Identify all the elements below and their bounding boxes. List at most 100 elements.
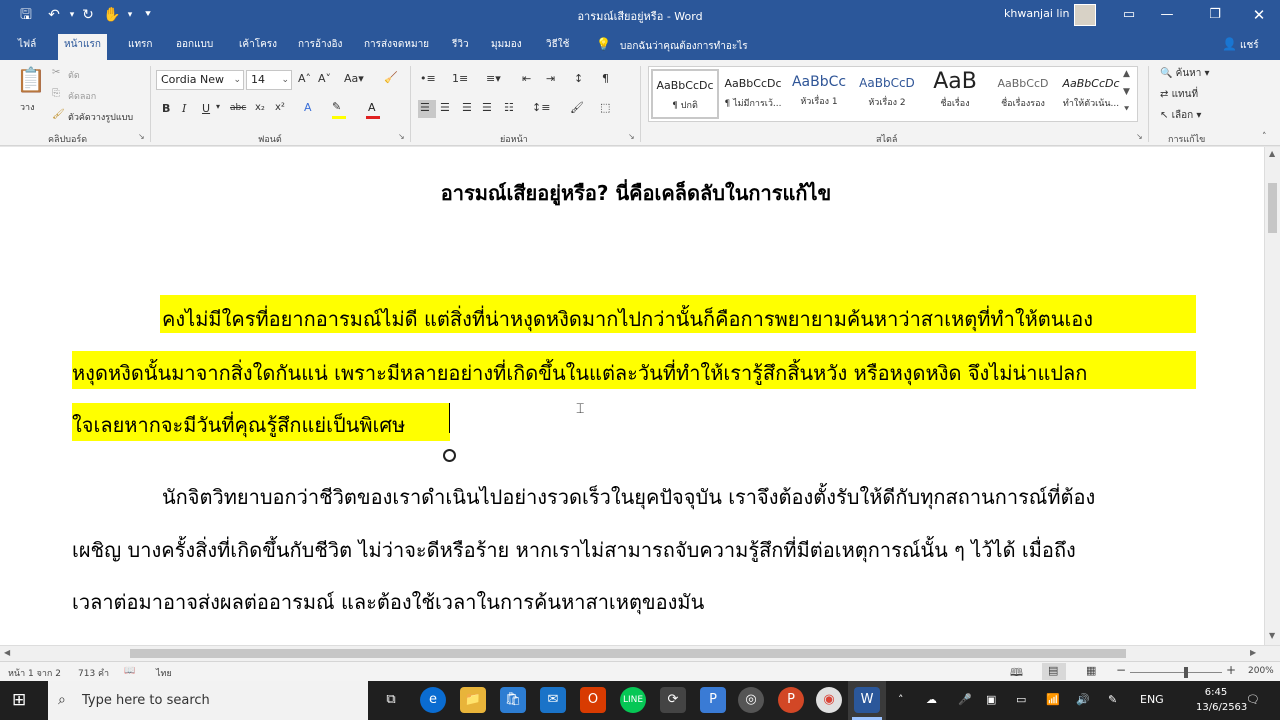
tab-layout[interactable]: เค้าโครง	[233, 36, 283, 60]
horizontal-scrollbar[interactable]: ◀ ▶	[0, 645, 1280, 661]
close-icon[interactable]: ✕	[1236, 0, 1280, 30]
web-layout-icon[interactable]: ▦	[1086, 664, 1096, 677]
underline-icon[interactable]: U	[202, 102, 210, 115]
zoom-level[interactable]: 200%	[1248, 666, 1274, 676]
italic-icon[interactable]: I	[182, 102, 186, 115]
clear-formatting-icon[interactable]: 🧹	[384, 71, 398, 84]
document-page[interactable]: อารมณ์เสียอยู่หรือ? นี่คือเคล็ดลับในการแ…	[0, 147, 1264, 645]
copy-icon[interactable]: ⎘	[52, 88, 60, 99]
language-indicator[interactable]: ไทย	[156, 666, 172, 680]
pen-icon[interactable]: ✎	[1108, 693, 1117, 706]
mail-icon[interactable]: ✉	[540, 687, 566, 713]
battery-icon[interactable]: ▭	[1016, 693, 1026, 706]
font-name-combo[interactable]: Cordia New ⌄	[156, 70, 244, 90]
file-explorer-icon[interactable]: 📁	[460, 687, 486, 713]
text-effects-icon[interactable]: A	[304, 101, 312, 114]
paint-icon[interactable]: P	[700, 687, 726, 713]
bold-icon[interactable]: B	[162, 102, 170, 115]
font-size-combo[interactable]: 14 ⌄	[246, 70, 292, 90]
notifications-icon[interactable]: 🗨	[1246, 693, 1260, 706]
taskbar-search[interactable]: ⌕ Type here to search	[48, 681, 368, 720]
scroll-up-icon[interactable]: ▲	[1269, 149, 1275, 158]
horizontal-scroll-thumb[interactable]	[130, 649, 1126, 658]
replace-button[interactable]: ⇄ แทนที่	[1160, 87, 1198, 102]
vertical-scroll-thumb[interactable]	[1268, 183, 1277, 233]
borders-icon[interactable]: ⬚	[600, 101, 610, 114]
line-icon[interactable]: LINE	[620, 687, 646, 713]
tab-file[interactable]: ไฟล์	[12, 36, 42, 60]
paste-icon[interactable]: 📋	[16, 66, 46, 94]
font-launcher-icon[interactable]: ↘	[398, 132, 405, 141]
style-emphasis[interactable]: AaBbCcDc ทำให้ตัวเน้น...	[1057, 69, 1125, 119]
grow-font-icon[interactable]: A˄	[298, 72, 311, 85]
copy-label[interactable]: คัดลอก	[68, 89, 96, 103]
tray-overflow-icon[interactable]: ˄	[898, 693, 904, 706]
windows-start-icon[interactable]: ⊞	[12, 690, 26, 710]
avatar[interactable]	[1074, 4, 1096, 26]
collapse-ribbon-icon[interactable]: ˄	[1262, 132, 1267, 142]
scroll-down-icon[interactable]: ▼	[1269, 631, 1275, 640]
word-count[interactable]: 713 คำ	[78, 666, 109, 680]
strikethrough-icon[interactable]: abc	[230, 103, 246, 113]
user-name[interactable]: khwanjai lin	[1004, 7, 1069, 20]
style-normal[interactable]: AaBbCcDc ¶ ปกติ	[651, 69, 719, 119]
zoom-out-icon[interactable]: −	[1116, 663, 1126, 677]
multilevel-list-icon[interactable]: ≡▾	[486, 72, 501, 85]
tab-help[interactable]: วิธีใช้	[540, 36, 575, 60]
tell-me-search[interactable]: บอกฉันว่าคุณต้องการทำอะไร	[620, 39, 748, 54]
camera-icon[interactable]: ▣	[986, 693, 996, 706]
clipboard-launcher-icon[interactable]: ↘	[138, 132, 145, 141]
distributed-icon[interactable]: ☷	[504, 101, 514, 114]
superscript-icon[interactable]: x²	[275, 102, 285, 113]
style-heading-1[interactable]: AaBbCc หัวเรื่อง 1	[785, 69, 853, 119]
bullets-icon[interactable]: •≡	[420, 72, 436, 85]
paragraph-line[interactable]: เผชิญ บางครั้งสิ่งที่เกิดขึ้นกับชีวิต ไม…	[72, 534, 1076, 566]
paragraph-launcher-icon[interactable]: ↘	[628, 132, 635, 141]
chrome-icon[interactable]: ◉	[816, 687, 842, 713]
zoom-in-icon[interactable]: +	[1226, 663, 1236, 677]
tab-insert[interactable]: แทรก	[122, 36, 158, 60]
styles-scroll-down-icon[interactable]: ▼	[1123, 87, 1130, 97]
format-painter-icon[interactable]: 🖌	[52, 109, 65, 120]
paragraph-line[interactable]: คงไม่มีใครที่อยากอารมณ์ไม่ดี แต่สิ่งที่น…	[162, 303, 1093, 335]
sort-icon[interactable]: ↕	[574, 72, 583, 85]
paragraph-line[interactable]: เวลาต่อมาอาจส่งผลต่ออารมณ์ และต้องใช้เวล…	[72, 586, 704, 618]
decrease-indent-icon[interactable]: ⇤	[522, 72, 531, 85]
input-language[interactable]: ENG	[1140, 693, 1164, 706]
highlight-color-icon[interactable]: ✎	[332, 100, 341, 113]
style-no-spacing[interactable]: AaBbCcDc ¶ ไม่มีการเว้...	[719, 69, 787, 119]
line-spacing-icon[interactable]: ↕≡	[532, 101, 550, 114]
wifi-icon[interactable]: 📶	[1046, 693, 1060, 706]
tab-mailings[interactable]: การส่งจดหมาย	[358, 36, 435, 60]
minimize-icon[interactable]: —	[1144, 0, 1190, 30]
share-button[interactable]: แชร์	[1240, 38, 1259, 53]
tab-references[interactable]: การอ้างอิง	[292, 36, 348, 60]
increase-indent-icon[interactable]: ⇥	[546, 72, 555, 85]
vertical-scrollbar[interactable]: ▲ ▼	[1264, 147, 1280, 645]
underline-dropdown-icon[interactable]: ▾	[216, 102, 220, 111]
change-case-icon[interactable]: Aa▾	[344, 72, 364, 85]
microphone-icon[interactable]: 🎤	[958, 693, 972, 706]
onedrive-icon[interactable]: ☁	[926, 693, 937, 706]
selection-handle[interactable]	[443, 449, 456, 462]
obs-icon[interactable]: ◎	[738, 687, 764, 713]
show-formatting-marks-icon[interactable]: ¶	[602, 72, 609, 85]
align-right-icon[interactable]: ☰	[462, 101, 472, 114]
recorder-icon[interactable]: ⟳	[660, 687, 686, 713]
cut-icon[interactable]: ✂	[52, 67, 60, 78]
shrink-font-icon[interactable]: A˅	[318, 72, 331, 85]
find-button[interactable]: 🔍 ค้นหา ▾	[1160, 66, 1210, 81]
align-left-icon[interactable]: ☰	[420, 101, 430, 114]
select-button[interactable]: ↖ เลือก ▾	[1160, 108, 1201, 123]
font-color-icon[interactable]: A	[368, 101, 376, 114]
style-title[interactable]: AaB ชื่อเรื่อง	[921, 69, 989, 119]
paragraph-line[interactable]: ใจเลยหากจะมีวันที่คุณรู้สึกแย่เป็นพิเศษ	[72, 409, 405, 441]
tab-review[interactable]: รีวิว	[446, 36, 475, 60]
format-painter-label[interactable]: ตัวคัดวางรูปแบบ	[68, 110, 133, 124]
align-center-icon[interactable]: ☰	[440, 101, 450, 114]
numbering-icon[interactable]: 1≡	[452, 72, 468, 85]
scroll-right-icon[interactable]: ▶	[1250, 648, 1256, 657]
tab-design[interactable]: ออกแบบ	[170, 36, 219, 60]
paragraph-line[interactable]: หงุดหงิดนั้นมาจากสิ่งใดกันแน่ เพราะมีหลา…	[72, 357, 1087, 389]
clock[interactable]: 6:45 13/6/2563	[1196, 685, 1247, 715]
